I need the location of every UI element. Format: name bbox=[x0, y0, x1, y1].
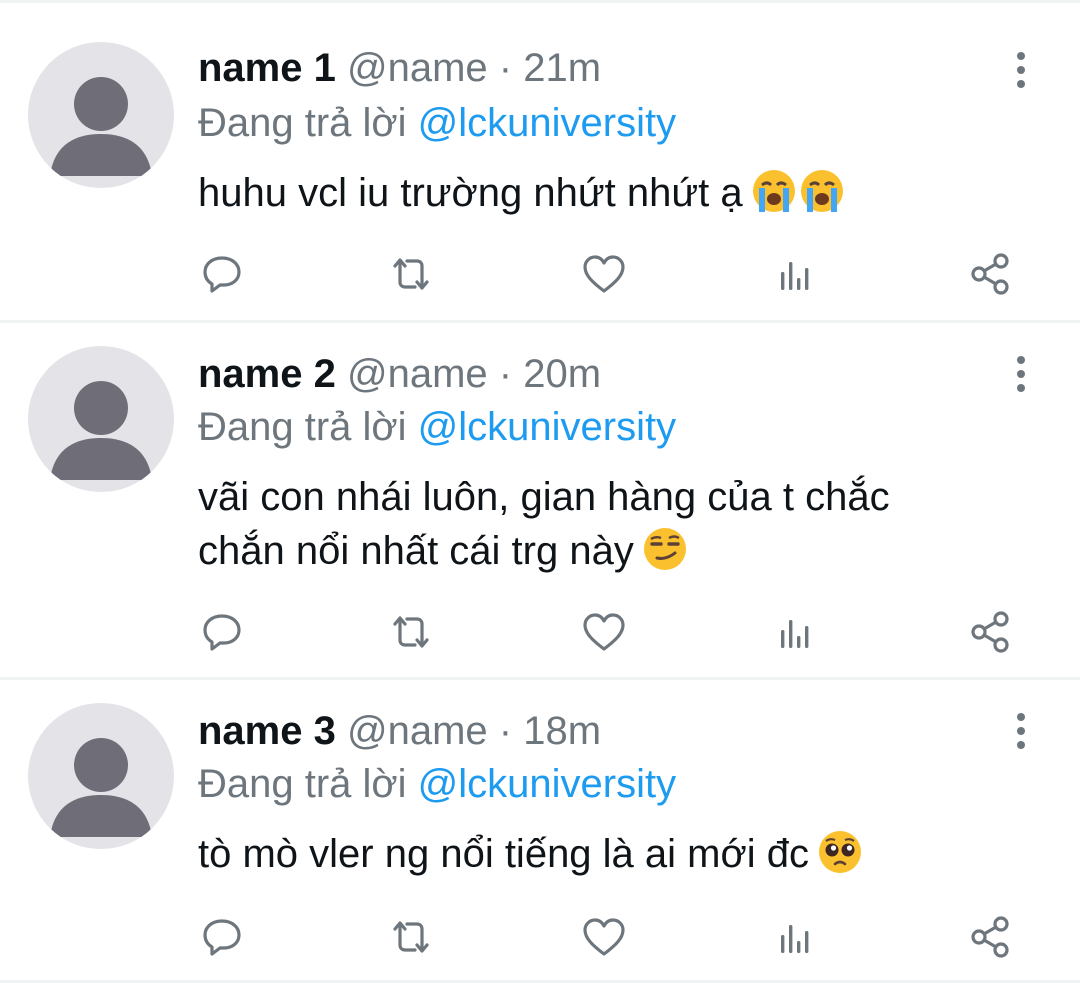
divider bbox=[0, 0, 1080, 3]
like-icon[interactable] bbox=[580, 250, 628, 298]
reply-icon[interactable] bbox=[198, 250, 246, 298]
avatar[interactable] bbox=[28, 703, 174, 849]
timestamp[interactable]: 20m bbox=[523, 352, 601, 396]
divider bbox=[0, 320, 1080, 323]
retweet-icon[interactable] bbox=[387, 250, 435, 298]
analytics-icon[interactable] bbox=[772, 608, 820, 656]
tweet-text-line: huhu vcl iu trường nhứt nhứt ạ bbox=[198, 171, 743, 215]
reply-icon[interactable] bbox=[198, 913, 246, 961]
tweet-2[interactable]: name 2 @name · 20m Đang trả lời @lckuniv… bbox=[0, 346, 1080, 676]
reply-prefix: Đang trả lời bbox=[198, 101, 407, 145]
tweet-header: name 2 @name · 20m bbox=[198, 346, 601, 402]
reply-icon[interactable] bbox=[198, 608, 246, 656]
share-icon[interactable] bbox=[966, 913, 1014, 961]
reply-prefix: Đang trả lời bbox=[198, 405, 407, 449]
reply-context: Đang trả lời @lckuniversity bbox=[198, 400, 676, 454]
tweet-header: name 3 @name · 18m bbox=[198, 703, 601, 759]
pleading-face-emoji bbox=[817, 829, 863, 889]
separator: · bbox=[498, 352, 513, 396]
tweet-text-line: tò mò vler ng nổi tiếng là ai mới đc bbox=[198, 832, 809, 876]
tweet-text-line: chắn nổi nhất cái trg này bbox=[198, 529, 634, 573]
share-icon[interactable] bbox=[966, 608, 1014, 656]
loudly-crying-face-emoji bbox=[799, 168, 845, 228]
tweet-text: tò mò vler ng nổi tiếng là ai mới đc bbox=[198, 827, 1018, 889]
tweet-1[interactable]: name 1 @name · 21m Đang trả lời @lckuniv… bbox=[0, 40, 1080, 320]
display-name[interactable]: name 1 bbox=[198, 46, 336, 90]
like-icon[interactable] bbox=[580, 913, 628, 961]
tweet-text-line-wrap: chắn nổi nhất cái trg này bbox=[198, 524, 1018, 586]
loudly-crying-face-emoji bbox=[751, 168, 797, 228]
handle[interactable]: @name bbox=[347, 709, 488, 753]
reply-context: Đang trả lời @lckuniversity bbox=[198, 96, 676, 150]
analytics-icon[interactable] bbox=[772, 913, 820, 961]
display-name[interactable]: name 2 bbox=[198, 352, 336, 396]
tweet-3[interactable]: name 3 @name · 18m Đang trả lời @lckuniv… bbox=[0, 703, 1080, 983]
tweet-header: name 1 @name · 21m bbox=[198, 40, 601, 96]
more-options-icon[interactable] bbox=[1008, 354, 1034, 394]
handle[interactable]: @name bbox=[347, 46, 488, 90]
timestamp[interactable]: 18m bbox=[523, 709, 601, 753]
display-name[interactable]: name 3 bbox=[198, 709, 336, 753]
reply-prefix: Đang trả lời bbox=[198, 762, 407, 806]
more-options-icon[interactable] bbox=[1008, 50, 1034, 90]
more-options-icon[interactable] bbox=[1008, 711, 1034, 751]
avatar[interactable] bbox=[28, 346, 174, 492]
tweet-text: vãi con nhái luôn, gian hàng của t chắc … bbox=[198, 470, 1018, 586]
share-icon[interactable] bbox=[966, 250, 1014, 298]
divider bbox=[0, 677, 1080, 680]
reply-mention[interactable]: @lckuniversity bbox=[418, 405, 676, 449]
separator: · bbox=[498, 46, 513, 90]
tweet-text: huhu vcl iu trường nhứt nhứt ạ bbox=[198, 166, 1018, 228]
reply-mention[interactable]: @lckuniversity bbox=[418, 762, 676, 806]
avatar[interactable] bbox=[28, 42, 174, 188]
retweet-icon[interactable] bbox=[387, 608, 435, 656]
reply-mention[interactable]: @lckuniversity bbox=[418, 101, 676, 145]
smirking-face-emoji bbox=[642, 526, 688, 586]
analytics-icon[interactable] bbox=[772, 250, 820, 298]
handle[interactable]: @name bbox=[347, 352, 488, 396]
separator: · bbox=[498, 709, 513, 753]
retweet-icon[interactable] bbox=[387, 913, 435, 961]
timestamp[interactable]: 21m bbox=[523, 46, 601, 90]
like-icon[interactable] bbox=[580, 608, 628, 656]
tweet-text-line: vãi con nhái luôn, gian hàng của t chắc bbox=[198, 475, 890, 519]
reply-context: Đang trả lời @lckuniversity bbox=[198, 757, 676, 811]
